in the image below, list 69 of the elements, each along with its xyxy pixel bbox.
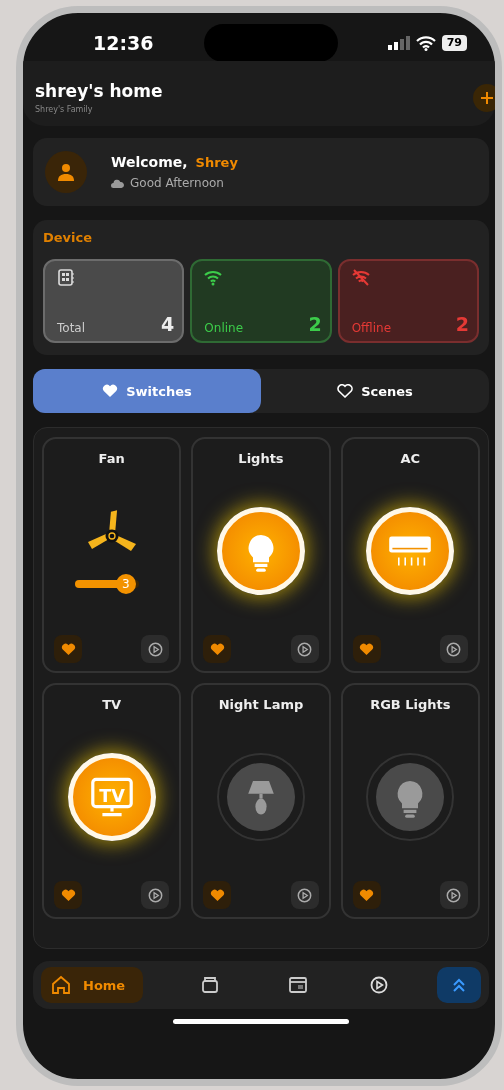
tab[interactable]: Switches: [33, 369, 261, 413]
stat-count: 2: [308, 313, 322, 335]
user-name: Shrey: [195, 155, 238, 170]
cloud-icon: [111, 178, 124, 188]
schedule-button[interactable]: [290, 635, 319, 663]
device-card[interactable]: RGB Lights: [340, 683, 480, 919]
scroll-up-button[interactable]: [437, 967, 481, 1003]
device-card[interactable]: Fan 3: [42, 437, 182, 673]
play-circle-icon: [147, 641, 163, 657]
welcome-text: Welcome,: [111, 154, 188, 170]
wifi-icon: [415, 35, 436, 51]
device-name: Lights: [238, 451, 284, 466]
device-name: RGB Lights: [370, 697, 451, 712]
play-circle-icon: [297, 887, 313, 903]
clock-time: 12:36: [93, 32, 154, 54]
tab[interactable]: Scenes: [261, 369, 489, 413]
favorite-button[interactable]: [352, 635, 381, 663]
plus-icon: [481, 91, 493, 104]
person-icon: [57, 163, 75, 181]
device-card[interactable]: TV TV: [42, 683, 182, 919]
schedule-button[interactable]: [440, 881, 468, 909]
section-title: Device: [43, 230, 94, 245]
home-icon: [51, 975, 71, 995]
chip-icon: [57, 269, 75, 286]
nav-item[interactable]: Home: [41, 967, 144, 1003]
heart-icon: [60, 888, 76, 902]
play-circle-icon: [297, 641, 313, 657]
schedule-button[interactable]: [290, 881, 319, 909]
schedule-button[interactable]: [440, 635, 468, 663]
stat-label: Online: [204, 321, 244, 335]
box-icon: [199, 975, 220, 995]
device-card[interactable]: Lights: [191, 437, 331, 673]
calendar-icon: [288, 975, 309, 995]
heart-icon: [359, 642, 375, 656]
stat-label: Offline: [351, 321, 392, 335]
heart-icon: [60, 642, 76, 656]
schedule-button[interactable]: [141, 635, 170, 663]
stat-count: 4: [161, 313, 175, 335]
device-name: Night Lamp: [218, 697, 304, 712]
stat-count: 2: [455, 313, 469, 335]
favorite-button[interactable]: [203, 881, 232, 909]
play-circle-icon: [147, 887, 163, 903]
heart-icon: [359, 888, 375, 902]
device-name: TV: [102, 697, 122, 712]
play-circle-icon: [446, 641, 462, 657]
battery-level: 79: [441, 35, 467, 51]
favorite-button[interactable]: [54, 635, 82, 663]
device-name: AC: [400, 451, 421, 466]
stat-label: Total: [57, 321, 86, 335]
heart-icon: [209, 642, 225, 656]
play-circle-icon: [368, 975, 389, 995]
schedule-button[interactable]: [141, 881, 170, 909]
heart-icon: [209, 888, 225, 902]
favorite-button[interactable]: [352, 881, 381, 909]
add-button[interactable]: [473, 83, 495, 112]
signal-icon: [387, 36, 410, 50]
wifi-off-icon: [351, 269, 370, 286]
play-circle-icon: [446, 887, 462, 903]
home-subtitle: Shrey's Family: [35, 105, 94, 114]
favorite-button[interactable]: [54, 881, 82, 909]
device-card[interactable]: AC: [340, 437, 480, 673]
favorite-button[interactable]: [203, 635, 232, 663]
heart-icon: [102, 384, 119, 398]
heart-outline-icon: [337, 384, 354, 398]
greeting-text: Good Afternoon: [130, 176, 224, 190]
device-card[interactable]: Night Lamp: [191, 683, 331, 919]
wifi-icon: [204, 269, 223, 286]
home-title: shrey's home: [35, 81, 163, 101]
device-name: Fan: [98, 451, 125, 466]
